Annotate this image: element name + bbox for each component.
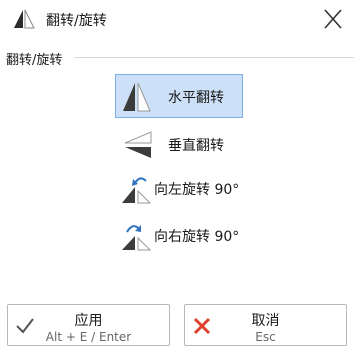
cancel-label: 取消: [251, 313, 280, 329]
cancel-shortcut: Esc: [255, 330, 276, 344]
flip-vertical-icon: [124, 131, 152, 158]
apply-shortcut: Alt + E / Enter: [45, 330, 132, 344]
rotate-left-label: 向左旋转 90°: [154, 182, 240, 198]
close-icon[interactable]: [318, 5, 348, 33]
flip-rotate-icon: [14, 9, 35, 29]
title-bar: 翻转/旋转: [0, 0, 354, 38]
section-divider: [74, 57, 354, 58]
flip-horizontal-option[interactable]: 水平翻转: [115, 74, 243, 118]
flip-horizontal-label: 水平翻转: [168, 90, 224, 106]
cancel-button[interactable]: 取消 Esc: [184, 304, 347, 346]
rotate-left-option[interactable]: 向左旋转 90°: [115, 166, 255, 210]
flip-vertical-option[interactable]: 垂直翻转: [115, 122, 243, 166]
flip-vertical-label: 垂直翻转: [168, 138, 224, 154]
rotate-right-option[interactable]: 向右旋转 90°: [115, 213, 255, 257]
section-label: 翻转/旋转: [6, 53, 63, 68]
rotate-right-icon: [122, 225, 152, 251]
window-title: 翻转/旋转: [46, 13, 107, 29]
rotate-right-label: 向右旋转 90°: [154, 229, 240, 245]
apply-button[interactable]: 应用 Alt + E / Enter: [7, 304, 170, 346]
flip-horizontal-icon: [123, 82, 151, 112]
rotate-left-icon: [122, 177, 152, 204]
apply-label: 应用: [74, 313, 103, 329]
